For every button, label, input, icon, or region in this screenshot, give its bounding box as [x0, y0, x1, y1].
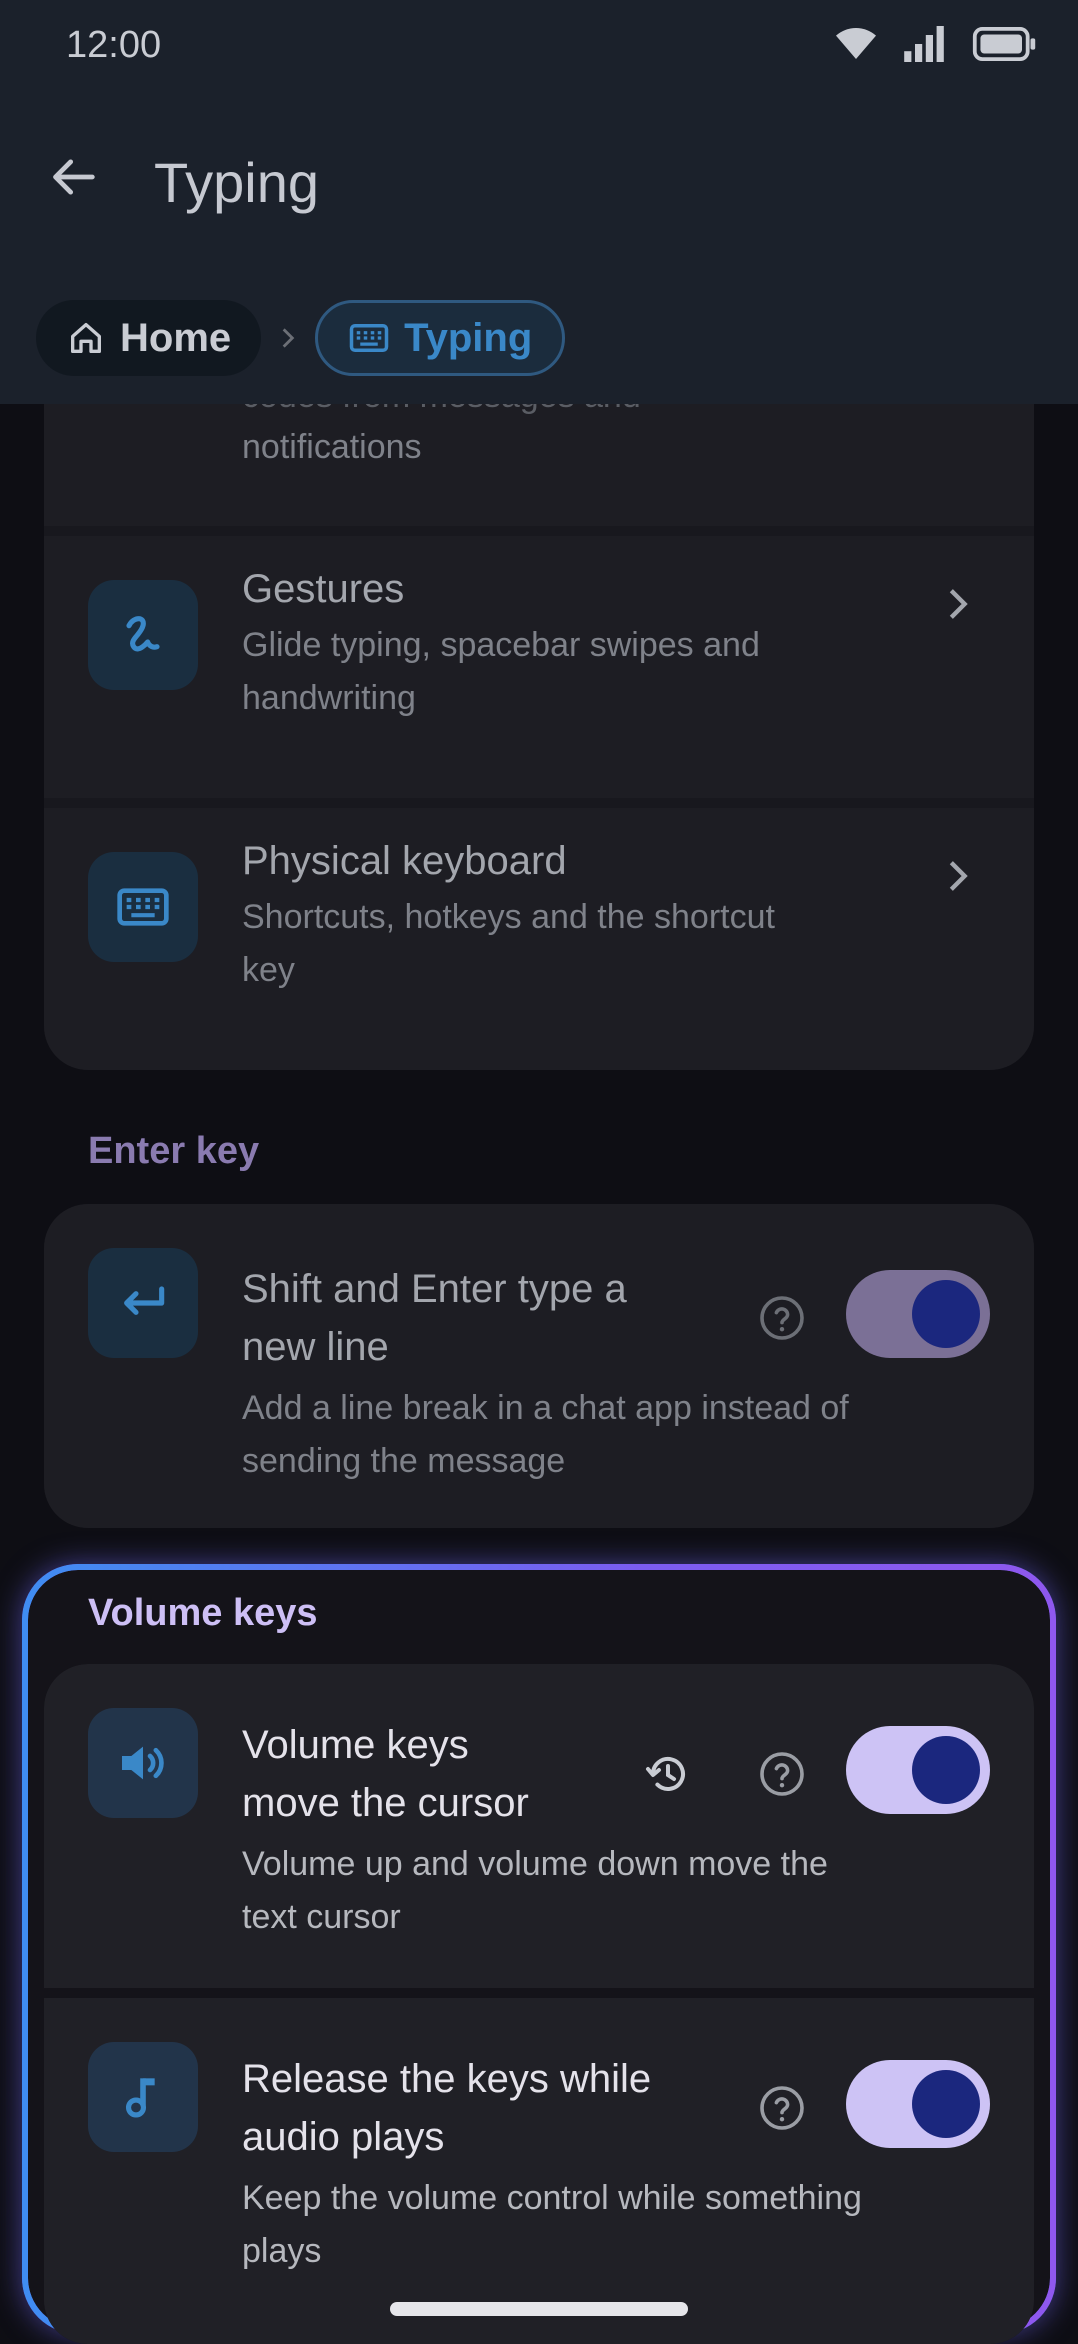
shift-enter-toggle[interactable] [846, 1270, 990, 1358]
home-indicator[interactable] [390, 2302, 688, 2316]
gestures-title: Gestures [242, 567, 405, 611]
shift-enter-title-line2: new line [242, 1325, 389, 1369]
back-button[interactable] [40, 142, 110, 212]
page-title: Typing [154, 151, 319, 214]
volume-move-cursor-subtitle-line2: text cursor [242, 1898, 401, 1936]
volume-keys-section-label: Volume keys [88, 1592, 318, 1634]
breadcrumb-current-label: Typing [404, 315, 533, 360]
battery-icon [972, 27, 1036, 61]
gestures-subtitle-line1: Glide typing, spacebar swipes and [242, 626, 760, 664]
status-time: 12:00 [66, 24, 162, 66]
breadcrumb-typing-chip[interactable]: Typing [315, 300, 566, 376]
gestures-item[interactable]: Gestures Glide typing, spacebar swipes a… [44, 536, 1034, 798]
volume-move-cursor-title-line1: Volume keys [242, 1723, 469, 1767]
status-icons [836, 26, 1038, 62]
chevron-right-icon [282, 328, 295, 348]
volume-icon-box [88, 1708, 198, 1818]
chevron-right-icon [949, 861, 968, 891]
physical-keyboard-item[interactable]: Physical keyboard Shortcuts, hotkeys and… [44, 808, 1034, 1070]
partial-item-subtitle-line2: notifications [242, 428, 422, 466]
volume-keys-group: Volume keys move the cursor Volume up an… [44, 1664, 1034, 2344]
release-keys-subtitle-line1: Keep the volume control while something [242, 2179, 862, 2217]
toggle-knob [912, 1736, 980, 1804]
history-icon[interactable] [644, 1750, 692, 1798]
keyboard-icon [117, 888, 169, 926]
top-app-bar: 12:00 Typing Home Typing [0, 0, 1078, 404]
release-keys-subtitle-line2: plays [242, 2232, 322, 2270]
gestures-icon-box [88, 580, 198, 690]
help-icon[interactable] [758, 2084, 806, 2132]
breadcrumb: Home Typing [36, 300, 566, 376]
enter-key-section-label: Enter key [88, 1130, 260, 1172]
physical-keyboard-title: Physical keyboard [242, 839, 567, 883]
volume-move-cursor-title-line2: move the cursor [242, 1781, 529, 1825]
home-icon [71, 323, 102, 353]
chevron-right-icon [949, 589, 968, 619]
enter-key-group: Shift and Enter type a new line Add a li… [44, 1204, 1034, 1528]
breadcrumb-home-chip[interactable]: Home [36, 300, 262, 376]
enter-key-icon [124, 1286, 165, 1315]
release-keys-title-line1: Release the keys while [242, 2057, 652, 2101]
physical-keyboard-icon-box [88, 852, 198, 962]
enter-key-icon-box [88, 1248, 198, 1358]
release-keys-item[interactable]: Release the keys while audio plays Keep … [44, 1998, 1034, 2344]
breadcrumb-home-label: Home [120, 315, 232, 360]
toggle-knob [912, 1280, 980, 1348]
shift-enter-subtitle-line1: Add a line break in a chat app instead o… [242, 1389, 849, 1427]
toggle-knob [912, 2070, 980, 2138]
volume-move-cursor-subtitle-line1: Volume up and volume down move the [242, 1845, 828, 1883]
back-arrow-icon [53, 159, 95, 195]
music-icon-box [88, 2042, 198, 2152]
release-keys-title-line2: audio plays [242, 2115, 445, 2159]
gestures-subtitle-line2: handwriting [242, 679, 416, 717]
keyboard-icon [349, 324, 389, 352]
wifi-icon [836, 28, 876, 59]
help-icon[interactable] [758, 1294, 806, 1342]
volume-move-cursor-toggle[interactable] [846, 1726, 990, 1814]
signal-icon [904, 26, 944, 62]
volume-move-cursor-item[interactable]: Volume keys move the cursor Volume up an… [44, 1664, 1034, 1988]
shift-enter-subtitle-line2: sending the message [242, 1442, 566, 1480]
music-note-icon [125, 2078, 155, 2118]
help-icon[interactable] [758, 1750, 806, 1798]
shift-enter-title-line1: Shift and Enter type a [242, 1267, 627, 1311]
release-keys-toggle[interactable] [846, 2060, 990, 2148]
physical-keyboard-subtitle-line1: Shortcuts, hotkeys and the shortcut [242, 898, 775, 936]
breadcrumb-separator [275, 325, 301, 351]
gesture-icon [126, 616, 160, 652]
physical-keyboard-subtitle-line2: key [242, 951, 295, 989]
volume-icon [122, 1746, 164, 1780]
shift-enter-item[interactable]: Shift and Enter type a new line Add a li… [44, 1204, 1034, 1528]
